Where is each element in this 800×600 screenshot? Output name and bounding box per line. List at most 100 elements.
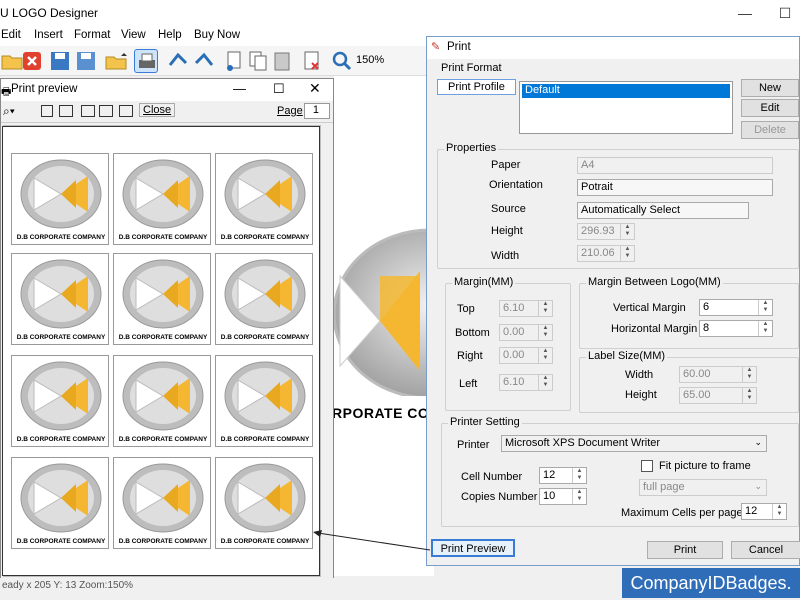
print-preview-button[interactable]: Print Preview [431, 539, 515, 557]
three-pages-icon[interactable] [81, 105, 95, 117]
minimize-icon[interactable]: — [730, 0, 760, 26]
minimize-icon[interactable]: — [233, 81, 246, 96]
print-dialog: ✎ Print Print Format Print Profile Defau… [426, 36, 800, 566]
preview-page: D.B CORPORATE COMPANY D.B CORPORATE COMPA… [2, 126, 320, 576]
margin-right-label: Right [457, 350, 483, 362]
page-label: Page [277, 105, 303, 117]
spinner-icon: ▲ ▼ [620, 246, 634, 261]
save-all-icon[interactable] [74, 49, 98, 73]
copy-icon[interactable] [246, 49, 270, 73]
delete-profile-button[interactable]: Delete [741, 121, 799, 139]
print-profile-label: Print Profile [437, 79, 516, 95]
horizontal-margin-field[interactable]: 8 ▲ ▼ [699, 320, 773, 337]
fit-mode-value: full page [643, 481, 685, 493]
max-cells-field[interactable]: 12 ▲ ▼ [741, 503, 787, 520]
two-pages-icon[interactable] [59, 105, 73, 117]
profile-list-item[interactable]: Default [522, 84, 730, 98]
maximize-icon[interactable]: ☐ [770, 0, 800, 26]
vertical-margin-value: 6 [703, 301, 710, 313]
orientation-field[interactable]: Potrait [577, 179, 773, 196]
logo-cell: D.B CORPORATE COMPANY [215, 253, 313, 345]
four-pages-icon[interactable] [99, 105, 113, 117]
fit-picture-label: Fit picture to frame [659, 460, 751, 472]
logo-caption: D.B CORPORATE COMPANY [220, 234, 310, 241]
margin-top-label: Top [457, 303, 475, 315]
margin-top-value: 6.10 [503, 302, 525, 314]
spinner-icon[interactable]: ▲ ▼ [772, 504, 786, 519]
print-button[interactable]: Print [647, 541, 723, 559]
page-number-input[interactable]: 1 [304, 103, 330, 119]
save-icon[interactable] [48, 49, 72, 73]
print-icon[interactable] [134, 49, 158, 73]
source-label: Source [491, 203, 526, 215]
cut-icon[interactable] [222, 49, 246, 73]
spinner-icon[interactable]: ▲ ▼ [572, 468, 586, 483]
margin-bottom-label: Bottom [455, 327, 490, 339]
canvas-logo[interactable] [330, 226, 528, 400]
new-profile-button[interactable]: New [741, 79, 799, 97]
maximize-icon[interactable]: ☐ [273, 81, 285, 97]
margin-left-label: Left [459, 378, 478, 390]
menu-help[interactable]: Help [158, 29, 182, 41]
logo-image [122, 259, 204, 329]
horizontal-margin-value: 8 [703, 322, 710, 334]
profile-list[interactable]: Default [519, 81, 733, 134]
printer-select[interactable]: Microsoft XPS Document Writer ⌄ [501, 435, 767, 452]
menu-view[interactable]: View [121, 29, 146, 41]
chevron-down-icon: ⌄ [754, 481, 762, 491]
fit-picture-checkbox[interactable] [641, 460, 653, 472]
search-icon[interactable]: ⌕▾ [3, 104, 15, 119]
logo-caption: D.B CORPORATE COMPANY [16, 436, 106, 443]
spinner-icon: ▲ ▼ [538, 301, 552, 316]
label-height-value: 65.00 [683, 389, 711, 401]
max-cells-label: Maximum Cells per page [621, 507, 743, 519]
copies-number-field[interactable]: 10 ▲ ▼ [539, 488, 587, 505]
paper-height-field: 296.93 ▲ ▼ [577, 223, 635, 240]
menu-buy-now[interactable]: Buy Now [194, 29, 240, 41]
logo-caption: D.B CORPORATE COMPANY [118, 436, 208, 443]
cell-number-field[interactable]: 12 ▲ ▼ [539, 467, 587, 484]
spinner-icon[interactable]: ▲ ▼ [758, 300, 772, 315]
print-preview-titlebar: 🖶 Print preview — ☐ ✕ [1, 79, 333, 101]
menu-edit[interactable]: Edit [1, 29, 21, 41]
vertical-margin-label: Vertical Margin [613, 302, 686, 314]
close-icon[interactable]: ✕ [309, 80, 321, 97]
rotate-left-icon[interactable] [166, 49, 190, 73]
spinner-icon: ▲ ▼ [620, 224, 634, 239]
print-preview-toolbar: ⌕▾ Close Page 1 [1, 101, 333, 123]
max-cells-value: 12 [745, 505, 758, 517]
cell-number-value: 12 [543, 469, 556, 481]
source-field[interactable]: Automatically Select [577, 202, 749, 219]
logo-image [224, 463, 306, 533]
spinner-icon[interactable]: ▲ ▼ [572, 489, 586, 504]
printer-icon: 🖶 [1, 86, 12, 98]
pointer-arrow [313, 530, 431, 551]
height-label: Height [491, 225, 523, 237]
paste-icon[interactable] [270, 49, 294, 73]
spinner-icon: ▲ ▼ [742, 367, 756, 382]
close-button[interactable]: Close [139, 103, 176, 117]
margin-bottom-field: 0.00 ▲ ▼ [499, 324, 553, 341]
status-bar: eady x 205 Y: 13 Zoom:150% [0, 578, 620, 600]
margin-right-value: 0.00 [503, 349, 525, 361]
edit-profile-button[interactable]: Edit [741, 99, 799, 117]
delete-icon[interactable] [20, 49, 44, 73]
spinner-icon[interactable]: ▲ ▼ [758, 321, 772, 336]
label-height-label: Height [625, 389, 657, 401]
paper-width-value: 210.06 [581, 247, 615, 259]
six-pages-icon[interactable] [119, 105, 133, 117]
app-title: U LOGO Designer [0, 6, 99, 20]
zoom-icon[interactable] [330, 49, 354, 73]
remove-page-icon[interactable] [300, 49, 324, 73]
zoom-value[interactable]: 150% [356, 54, 384, 66]
logo-image [20, 361, 102, 431]
menu-insert[interactable]: Insert [34, 29, 63, 41]
one-page-icon[interactable] [41, 105, 53, 117]
open-dropdown-icon[interactable] [104, 49, 128, 73]
label-width-field: 60.00 ▲ ▼ [679, 366, 757, 383]
vertical-margin-field[interactable]: 6 ▲ ▼ [699, 299, 773, 316]
cancel-button[interactable]: Cancel [731, 541, 800, 559]
width-label: Width [491, 250, 520, 262]
rotate-right-icon[interactable] [192, 49, 216, 73]
menu-format[interactable]: Format [74, 29, 110, 41]
